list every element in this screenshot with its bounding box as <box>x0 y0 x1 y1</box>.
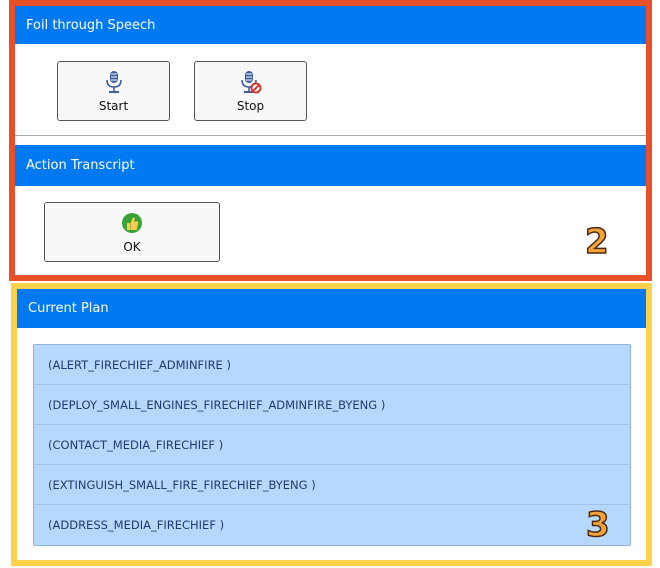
plan-item[interactable]: (EXTINGUISH_SMALL_FIRE_FIRECHIEF_BYENG ) <box>34 465 630 505</box>
region-3-number-badge: 3 <box>585 505 610 545</box>
current-plan-header: Current Plan <box>17 289 646 328</box>
ok-button-label: OK <box>123 239 141 254</box>
ok-button[interactable]: OK <box>44 202 220 262</box>
region-3-highlight: Current Plan (ALERT_FIRECHIEF_ADMINFIRE … <box>11 283 652 566</box>
stop-button[interactable]: Stop <box>194 61 307 121</box>
region-2-number-badge: 2 <box>584 222 609 262</box>
microphone-icon <box>105 70 122 93</box>
foil-through-speech-body: Start Stop <box>15 44 646 136</box>
plan-item[interactable]: (ALERT_FIRECHIEF_ADMINFIRE ) <box>34 345 630 385</box>
start-button[interactable]: Start <box>57 61 170 121</box>
stop-button-label: Stop <box>236 98 265 113</box>
foil-through-speech-title: Foil through Speech <box>26 17 156 33</box>
thumbs-up-icon <box>122 212 142 233</box>
plan-item[interactable]: (ADDRESS_MEDIA_FIRECHIEF ) <box>34 505 630 545</box>
action-transcript-header: Action Transcript <box>15 145 646 186</box>
current-plan-title: Current Plan <box>28 301 109 316</box>
foil-through-speech-header: Foil through Speech <box>15 6 646 44</box>
microphone-stop-icon <box>240 70 261 93</box>
region-2-highlight: Foil through Speech Start Stop Action Tr… <box>9 0 652 281</box>
plan-item[interactable]: (CONTACT_MEDIA_FIRECHIEF ) <box>34 425 630 465</box>
action-transcript-title: Action Transcript <box>26 158 135 173</box>
start-button-label: Start <box>98 98 129 113</box>
plan-item[interactable]: (DEPLOY_SMALL_ENGINES_FIRECHIEF_ADMINFIR… <box>34 385 630 425</box>
action-transcript-body: OK <box>15 186 646 275</box>
current-plan-list: (ALERT_FIRECHIEF_ADMINFIRE ) (DEPLOY_SMA… <box>33 344 631 546</box>
